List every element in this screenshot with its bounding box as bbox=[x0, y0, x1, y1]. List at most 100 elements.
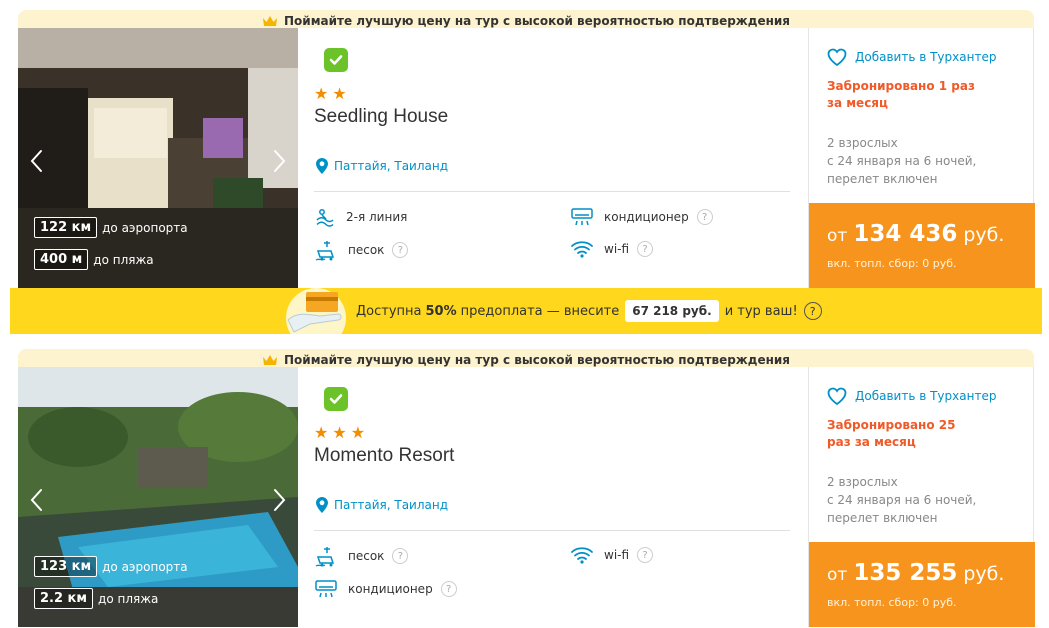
tour-dates: с 24 января на 6 ночей, bbox=[827, 154, 977, 168]
distance-value: 123 км bbox=[34, 556, 98, 577]
help-icon[interactable]: ? bbox=[440, 581, 457, 597]
hotel-info: ★★ Seedling House Паттайя, Таиланд 2-я л… bbox=[298, 28, 808, 288]
prepayment-text: Доступна 50% предоплата — внесите 67 218… bbox=[356, 300, 822, 322]
hotel-card[interactable]: 122 км до аэропорта 400 м до пляжа ★★ Se… bbox=[18, 28, 1035, 288]
wishlist-label[interactable]: Добавить в Турхантер bbox=[855, 50, 996, 64]
price-currency: руб. bbox=[963, 224, 1005, 246]
hotel-card[interactable]: 123 км до аэропорта 2.2 км до пляжа ★★★ … bbox=[18, 367, 1035, 627]
sand-icon bbox=[314, 239, 338, 261]
chevron-right-icon[interactable] bbox=[266, 485, 292, 515]
air-conditioner-icon bbox=[570, 206, 594, 228]
feature-label: 2-я линия bbox=[346, 210, 408, 224]
card-in-hand-icon bbox=[286, 288, 346, 334]
beach-line-icon bbox=[314, 206, 336, 228]
air-conditioner-icon bbox=[314, 578, 338, 600]
distance-label: до аэропорта bbox=[102, 220, 188, 235]
tour-flight: перелет включен bbox=[827, 511, 938, 525]
price-button[interactable]: от 135 255 руб. вкл. топл. сбор: 0 руб. bbox=[809, 542, 1035, 627]
help-icon[interactable]: ? bbox=[803, 302, 822, 320]
location-pin-icon bbox=[316, 497, 328, 513]
hotel-location[interactable]: Паттайя, Таиланд bbox=[316, 158, 448, 174]
banner-text: Поймайте лучшую цену на тур с высокой ве… bbox=[284, 14, 790, 28]
location-pin-icon bbox=[316, 158, 328, 174]
distance-value: 2.2 км bbox=[34, 588, 94, 609]
verified-badge bbox=[324, 48, 348, 72]
add-to-tourhunter-button[interactable]: Добавить в Турхантер bbox=[827, 48, 996, 66]
chevron-right-icon[interactable] bbox=[266, 146, 292, 176]
distance-airport: 123 км до аэропорта bbox=[34, 556, 188, 577]
feature-air-conditioner: кондиционер ? bbox=[570, 206, 713, 228]
hotel-stars: ★★★ bbox=[314, 423, 370, 442]
crown-icon bbox=[262, 354, 278, 366]
tour-dates: с 24 января на 6 ночей, bbox=[827, 493, 977, 507]
help-icon[interactable]: ? bbox=[696, 209, 713, 225]
location-text[interactable]: Паттайя, Таиланд bbox=[334, 498, 448, 512]
prepay-percent: 50% bbox=[425, 303, 457, 319]
prepay-text-after: и тур ваш! bbox=[724, 303, 798, 319]
check-icon bbox=[324, 387, 348, 411]
distance-label: до пляжа bbox=[98, 591, 159, 606]
distance-beach: 2.2 км до пляжа bbox=[34, 588, 158, 609]
chevron-left-icon[interactable] bbox=[24, 146, 50, 176]
divider bbox=[314, 530, 790, 531]
hotel-side-panel: Добавить в Турхантер Забронировано 25 ра… bbox=[808, 367, 1035, 627]
price[interactable]: от 134 436 руб. bbox=[827, 221, 1004, 247]
tour-guests: 2 взрослых bbox=[827, 136, 898, 150]
booked-count: Забронировано 25 раз за месяц bbox=[827, 418, 956, 449]
price-value: 135 255 bbox=[853, 560, 958, 586]
prepayment-bar: Доступна 50% предоплата — внесите 67 218… bbox=[10, 288, 1042, 334]
divider bbox=[314, 191, 790, 192]
feature-label: кондиционер bbox=[604, 210, 689, 224]
booked-count: Забронировано 1 раз за месяц bbox=[827, 79, 975, 110]
feature-wifi: wi-fi ? bbox=[570, 239, 654, 259]
prepay-text-before: Доступна bbox=[356, 303, 422, 319]
hotel-name[interactable]: Momento Resort bbox=[314, 445, 454, 467]
hotel-name[interactable]: Seedling House bbox=[314, 106, 448, 128]
price-button[interactable]: от 134 436 руб. вкл. топл. сбор: 0 руб. bbox=[809, 203, 1035, 288]
price-from: от bbox=[827, 226, 848, 246]
add-to-tourhunter-button[interactable]: Добавить в Турхантер bbox=[827, 387, 996, 405]
hotel-location[interactable]: Паттайя, Таиланд bbox=[316, 497, 448, 513]
sand-icon bbox=[314, 545, 338, 567]
feature-air-conditioner: кондиционер ? bbox=[314, 578, 457, 600]
tour-flight: перелет включен bbox=[827, 172, 938, 186]
check-icon bbox=[324, 48, 348, 72]
distance-label: до аэропорта bbox=[102, 559, 188, 574]
help-icon[interactable]: ? bbox=[637, 241, 654, 257]
price-from: от bbox=[827, 565, 848, 585]
location-text[interactable]: Паттайя, Таиланд bbox=[334, 159, 448, 173]
crown-icon bbox=[262, 15, 278, 27]
banner-text: Поймайте лучшую цену на тур с высокой ве… bbox=[284, 353, 790, 367]
feature-label: wi-fi bbox=[604, 242, 630, 256]
tour-guests: 2 взрослых bbox=[827, 475, 898, 489]
feature-sand: песок ? bbox=[314, 545, 409, 567]
price-value: 134 436 bbox=[853, 221, 958, 247]
help-icon[interactable]: ? bbox=[637, 547, 654, 563]
hotel-photo[interactable]: 123 км до аэропорта 2.2 км до пляжа bbox=[18, 367, 298, 627]
wifi-icon bbox=[570, 545, 594, 565]
feature-wifi: wi-fi ? bbox=[570, 545, 654, 565]
prepay-text-middle: предоплата — внесите bbox=[460, 303, 620, 319]
tour-info: 2 взрослых с 24 января на 6 ночей, перел… bbox=[827, 473, 1027, 527]
heart-icon bbox=[827, 387, 847, 405]
fuel-surcharge: вкл. топл. сбор: 0 руб. bbox=[827, 257, 957, 270]
feature-sand: песок ? bbox=[314, 239, 409, 261]
distance-beach: 400 м до пляжа bbox=[34, 249, 154, 270]
hotel-side-panel: Добавить в Турхантер Забронировано 1 раз… bbox=[808, 28, 1035, 288]
distance-value: 400 м bbox=[34, 249, 89, 270]
fuel-surcharge: вкл. топл. сбор: 0 руб. bbox=[827, 596, 957, 609]
heart-icon bbox=[827, 48, 847, 66]
verified-badge bbox=[324, 387, 348, 411]
help-icon[interactable]: ? bbox=[392, 242, 409, 258]
help-icon[interactable]: ? bbox=[392, 548, 409, 564]
feature-label: песок bbox=[348, 243, 385, 257]
tour-info: 2 взрослых с 24 января на 6 ночей, перел… bbox=[827, 134, 1027, 188]
price[interactable]: от 135 255 руб. bbox=[827, 560, 1004, 586]
prepay-amount: 67 218 руб. bbox=[625, 300, 719, 322]
distance-label: до пляжа bbox=[93, 252, 154, 267]
feature-beach-line: 2-я линия bbox=[314, 206, 407, 228]
hotel-photo[interactable]: 122 км до аэропорта 400 м до пляжа bbox=[18, 28, 298, 288]
distance-value: 122 км bbox=[34, 217, 98, 238]
wishlist-label[interactable]: Добавить в Турхантер bbox=[855, 389, 996, 403]
chevron-left-icon[interactable] bbox=[24, 485, 50, 515]
